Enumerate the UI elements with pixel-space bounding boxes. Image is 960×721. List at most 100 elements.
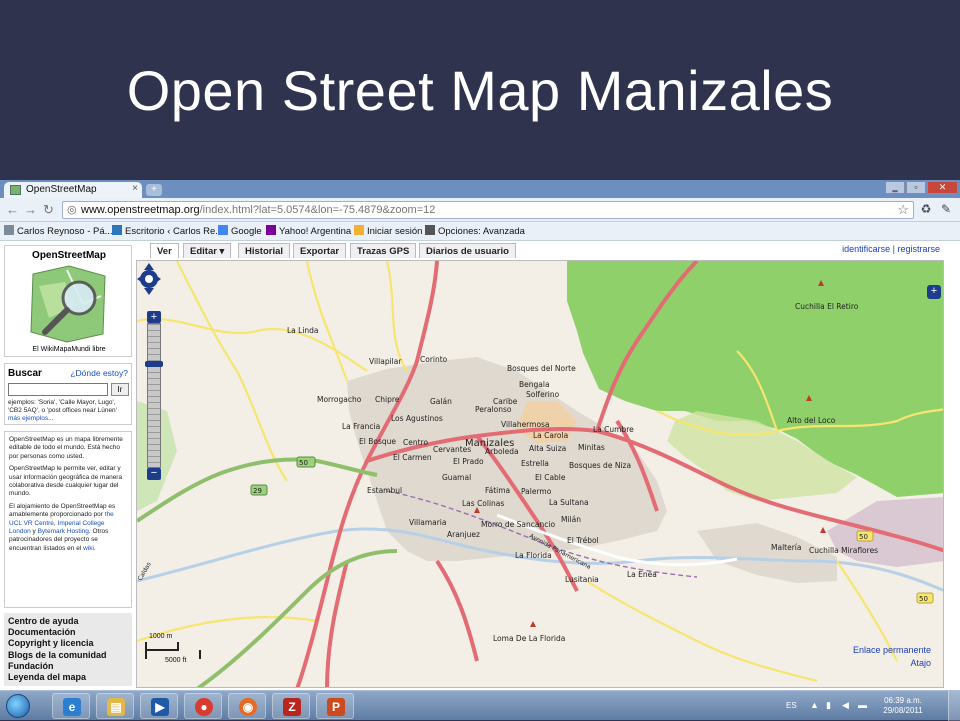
peak-label: Cuchilla El Retiro <box>795 302 859 311</box>
register-link[interactable]: registrarse <box>897 244 940 254</box>
show-desktop-button[interactable] <box>948 691 960 721</box>
taskbar-media[interactable]: ▶ <box>140 693 178 719</box>
tab-close-icon[interactable]: × <box>132 183 138 194</box>
place-label: La Carola <box>533 431 568 440</box>
about-box: OpenStreetMap es un mapa libremente edit… <box>4 431 132 608</box>
wiki-link[interactable]: wiki <box>83 545 94 552</box>
search-input[interactable] <box>8 383 108 396</box>
network-icon[interactable]: ▮ <box>826 700 836 710</box>
bookmark-item[interactable]: Carlos Reynoso - Pá... <box>4 225 113 237</box>
bookmark-item[interactable]: Google <box>218 225 262 237</box>
logo-subtitle: El WikiMapaMundi libre <box>32 346 106 353</box>
map-tiles[interactable]: 50 50 50 29 La Linda Corinto Villapilar <box>137 261 944 688</box>
tab-gps-traces[interactable]: Trazas GPS <box>350 243 417 258</box>
tab-view[interactable]: Ver <box>150 243 179 258</box>
shortlink-link[interactable]: Atajo <box>853 657 931 670</box>
login-link[interactable]: identificarse <box>842 244 890 254</box>
scale-metric: 1000 m <box>149 633 173 640</box>
tab-export[interactable]: Exportar <box>293 243 347 258</box>
place-label: Bengala <box>519 380 550 389</box>
search-title: Buscar <box>8 368 42 379</box>
place-label: Maltería <box>771 543 801 552</box>
bookmark-item[interactable]: Opciones: Avanzada <box>425 225 525 237</box>
url-host: www.openstreetmap.org <box>81 204 200 216</box>
maximize-icon[interactable]: ▫ <box>906 181 926 194</box>
place-label: Palermo <box>521 487 552 496</box>
extension-icon[interactable]: ♻ <box>919 202 933 216</box>
zoom-in-button[interactable]: + <box>147 311 161 323</box>
pan-control-icon[interactable] <box>137 261 161 297</box>
system-tray: ES ▲ ▮ ◀ ▬ 06:39 a.m. 29/08/2011 <box>780 691 960 721</box>
place-label: El Trébol <box>567 536 599 545</box>
new-tab-button[interactable]: + <box>146 184 162 196</box>
tab-user-diaries[interactable]: Diarios de usuario <box>419 243 516 258</box>
browser-tab[interactable]: OpenStreetMap × <box>4 182 142 198</box>
minimize-icon[interactable]: ‗ <box>885 181 905 194</box>
foundation-link[interactable]: Fundación <box>8 661 128 672</box>
tab-edit[interactable]: Editar ▾ <box>183 243 232 258</box>
volume-icon[interactable]: ◀ <box>842 700 852 710</box>
map-canvas[interactable]: 50 50 50 29 La Linda Corinto Villapilar <box>136 260 944 688</box>
login-icon <box>354 225 364 235</box>
bookmark-item[interactable]: Escritorio ‹ Carlos Re... <box>112 225 223 237</box>
zoom-out-button[interactable]: − <box>147 468 161 480</box>
wrench-icon[interactable]: ✎ <box>939 202 953 216</box>
clock[interactable]: 06:39 a.m. 29/08/2011 <box>878 696 928 716</box>
community-blogs-link[interactable]: Blogs de la comunidad <box>8 650 128 661</box>
browser-toolbar: ← → ↻ ◎ www.openstreetmap.org/index.html… <box>0 198 960 222</box>
tab-history[interactable]: Historial <box>238 243 291 258</box>
place-label: Bosques del Norte <box>507 364 576 373</box>
clock-time: 06:39 a.m. <box>884 696 922 705</box>
help-center-link[interactable]: Centro de ayuda <box>8 616 128 627</box>
forward-icon[interactable]: → <box>24 202 37 217</box>
place-label: Villamaria <box>409 518 446 527</box>
bookmark-star-icon[interactable]: ☆ <box>897 202 909 218</box>
firefox-icon: ◉ <box>239 698 257 716</box>
taskbar-filezilla[interactable]: Z <box>272 693 310 719</box>
start-button[interactable] <box>6 694 30 718</box>
zoom-slider[interactable] <box>147 323 161 468</box>
place-label: Milán <box>561 515 581 524</box>
clock-date: 29/08/2011 <box>883 706 923 715</box>
search-go-button[interactable]: Ir <box>111 383 129 396</box>
place-label: Peralonso <box>475 405 512 414</box>
taskbar-firefox[interactable]: ◉ <box>228 693 266 719</box>
place-label: Villapilar <box>369 357 402 366</box>
place-label: El Carmen <box>393 453 432 462</box>
show-hidden-icons-icon[interactable]: ▲ <box>810 700 820 710</box>
about-paragraph: OpenStreetMap le permite ver, editar y u… <box>9 465 123 498</box>
where-am-i-link[interactable]: ¿Dónde estoy? <box>70 368 128 378</box>
language-indicator[interactable]: ES <box>786 701 797 710</box>
settings-icon <box>425 225 435 235</box>
left-sidebar: OpenStreetMap El WikiMapaMundi libre Bus… <box>4 245 132 686</box>
place-label: Estrella <box>521 459 549 468</box>
layer-switcher-button[interactable]: + <box>927 285 941 299</box>
place-label: Corinto <box>420 355 448 364</box>
route-label: 50 <box>919 595 928 603</box>
permalink-link[interactable]: Enlace permanente <box>853 644 931 657</box>
search-box: Buscar ¿Dónde estoy? Ir ejemplos: 'Soria… <box>4 363 132 425</box>
taskbar-explorer[interactable]: ▤ <box>96 693 134 719</box>
copyright-link[interactable]: Copyright y licencia <box>8 638 128 649</box>
documentation-link[interactable]: Documentación <box>8 627 128 638</box>
place-label: El Prado <box>453 457 484 466</box>
place-label: La Linda <box>287 326 319 335</box>
bookmark-item[interactable]: Iniciar sesión <box>354 225 422 237</box>
more-examples-link[interactable]: más ejemplos... <box>8 415 54 422</box>
zoom-slider-handle[interactable] <box>145 361 163 367</box>
taskbar-chrome[interactable]: ● <box>184 693 222 719</box>
bookmark-item[interactable]: Yahoo! Argentina <box>266 225 351 237</box>
bytemark-link[interactable]: Bytemark Hosting <box>38 528 89 535</box>
taskbar-powerpoint[interactable]: P <box>316 693 354 719</box>
taskbar-ie[interactable]: e <box>52 693 90 719</box>
address-bar[interactable]: ◎ www.openstreetmap.org/index.html?lat=5… <box>62 201 914 219</box>
battery-icon[interactable]: ▬ <box>858 700 868 710</box>
reload-icon[interactable]: ↻ <box>43 202 54 218</box>
map-legend-link[interactable]: Leyenda del mapa <box>8 672 128 683</box>
close-window-icon[interactable]: ✕ <box>927 181 958 194</box>
browser-window: OpenStreetMap × + ‗ ▫ ✕ ← → ↻ ◎ www.open… <box>0 180 960 690</box>
osm-logo-icon[interactable] <box>5 246 133 346</box>
osm-favicon-icon <box>10 185 21 195</box>
back-icon[interactable]: ← <box>6 202 19 217</box>
place-label: Bosques de Niza <box>569 461 631 470</box>
